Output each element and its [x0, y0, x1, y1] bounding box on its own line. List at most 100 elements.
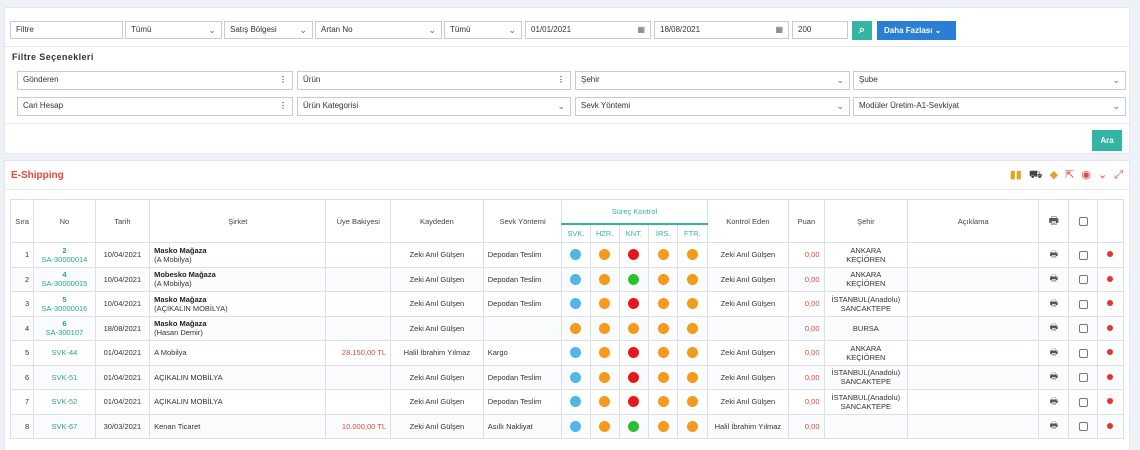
scrollbar[interactable]	[1119, 205, 1129, 215]
status-dot-orange[interactable]	[686, 347, 698, 359]
status-dot-orange[interactable]	[599, 322, 611, 334]
row-checkbox[interactable]	[1078, 348, 1088, 358]
date-from-input[interactable]: 01/01/2021 ▦	[525, 21, 651, 39]
type-select[interactable]: Tümü ⌄	[444, 21, 522, 39]
cell-knt[interactable]	[618, 315, 650, 341]
row-checkbox[interactable]	[1078, 422, 1088, 431]
date-to-input[interactable]: 18/08/2021 ▦	[654, 21, 789, 39]
more-vertical-icon[interactable]: ⋮	[557, 72, 565, 88]
cell-hzr[interactable]	[589, 291, 620, 317]
status-dot-red[interactable]	[628, 347, 640, 359]
status-dot-orange[interactable]	[686, 273, 698, 285]
row-checkbox[interactable]	[1078, 324, 1088, 333]
col-header-method[interactable]: Sevk Yöntemi	[482, 199, 563, 243]
cell-knt[interactable]	[618, 364, 650, 390]
col-header-note[interactable]: Açıklama	[907, 199, 1040, 243]
status-dot-blue[interactable]	[570, 298, 582, 310]
status-dot-orange[interactable]	[570, 322, 582, 334]
status-dot-orange[interactable]	[657, 298, 669, 310]
status-dot-blue[interactable]	[570, 371, 582, 383]
cell-knt[interactable]	[618, 266, 650, 292]
shipping-method-select[interactable]: Sevk Yöntemi ⌄	[575, 97, 850, 116]
status-dot-blue[interactable]	[570, 396, 582, 408]
search-submit-button[interactable]: Ara	[1092, 130, 1122, 151]
city-select[interactable]: Şehir ⌄	[575, 71, 850, 90]
calendar-icon[interactable]: ▦	[775, 22, 783, 38]
eye-icon[interactable]: ◉	[1081, 168, 1091, 182]
printer-icon[interactable]: 🖶	[1050, 420, 1059, 430]
col-header-date[interactable]: Tarih	[94, 199, 151, 243]
status-dot-orange[interactable]	[599, 396, 611, 408]
eraser-icon[interactable]: ◆	[1050, 168, 1058, 182]
cell-irs[interactable]	[648, 315, 679, 341]
cell-no-link[interactable]: SVK-51	[33, 364, 96, 390]
printer-icon[interactable]: 🖶	[1050, 322, 1059, 332]
col-header-seq[interactable]: Sıra	[9, 199, 35, 243]
print-all-icon[interactable]: 🖶	[1038, 199, 1070, 243]
status-dot-green[interactable]	[628, 420, 640, 432]
cell-no-link[interactable]: 5 SA-30000016	[33, 291, 96, 317]
row-checkbox[interactable]	[1078, 275, 1088, 284]
cell-irs[interactable]	[648, 413, 679, 439]
cell-no-link[interactable]: SVK-67	[33, 413, 96, 439]
cell-hzr[interactable]	[589, 315, 620, 341]
status-select[interactable]: Tümü ⌄	[125, 21, 222, 39]
more-vertical-icon[interactable]: ⋮	[279, 72, 287, 88]
status-dot-orange[interactable]	[599, 273, 611, 285]
cell-no-link[interactable]: 6 SA-300107	[33, 315, 96, 341]
cell-svk[interactable]	[561, 242, 591, 268]
table-row[interactable]: 8 SVK-67 30/03/2021 Kenan Ticaret 10.000,00 …	[9, 413, 1125, 439]
col-header-recorder[interactable]: Kaydeden	[390, 199, 484, 243]
cell-ftr[interactable]	[677, 315, 708, 341]
cell-hzr[interactable]	[589, 242, 620, 268]
cell-irs[interactable]	[648, 291, 679, 317]
status-dot-red[interactable]	[628, 249, 640, 261]
cell-print[interactable]: 🖶	[1038, 413, 1070, 439]
truck-icon[interactable]: ⛟	[1029, 168, 1043, 182]
status-dot-blue[interactable]	[570, 420, 582, 432]
cell-irs[interactable]	[648, 266, 679, 292]
printer-icon[interactable]: 🖶	[1050, 298, 1059, 308]
row-checkbox[interactable]	[1078, 250, 1088, 260]
cell-knt[interactable]	[618, 291, 650, 317]
col-header-irs[interactable]: İRS.	[648, 222, 679, 243]
cell-svk[interactable]	[561, 389, 591, 415]
cell-knt[interactable]	[618, 242, 650, 268]
status-dot-green[interactable]	[628, 273, 640, 285]
more-vertical-icon[interactable]: ⋮	[279, 98, 287, 114]
status-dot-orange[interactable]	[686, 396, 698, 408]
status-dot-orange[interactable]	[657, 322, 669, 334]
cell-check[interactable]	[1068, 242, 1098, 268]
status-dot-orange[interactable]	[657, 347, 669, 359]
cell-ftr[interactable]	[677, 242, 708, 268]
cell-ftr[interactable]	[677, 340, 708, 366]
cell-print[interactable]: 🖶	[1038, 291, 1070, 317]
col-header-controller[interactable]: Kontrol Eden	[706, 199, 790, 243]
bar-chart-icon[interactable]: ▮▮	[1010, 168, 1022, 182]
status-dot-orange[interactable]	[686, 322, 698, 334]
cell-check[interactable]	[1068, 291, 1098, 317]
cell-check[interactable]	[1068, 389, 1098, 415]
sort-select[interactable]: Artan No ⌄	[315, 21, 442, 39]
printer-icon[interactable]: 🖶	[1050, 347, 1059, 357]
col-header-svk[interactable]: SVK.	[561, 222, 591, 243]
cell-ftr[interactable]	[677, 266, 708, 292]
cell-check[interactable]	[1068, 266, 1098, 292]
cell-knt[interactable]	[618, 389, 650, 415]
table-row[interactable]: 2 4 SA-30000015 10/04/2021 Mobesko Mağaza (A …	[9, 266, 1125, 292]
cell-hzr[interactable]	[589, 389, 620, 415]
col-header-no[interactable]: No	[33, 199, 96, 243]
export-icon[interactable]: ⇱	[1065, 168, 1074, 182]
calendar-icon[interactable]: ▦	[637, 22, 645, 38]
status-dot-orange[interactable]	[657, 396, 669, 408]
cell-svk[interactable]	[561, 364, 591, 390]
status-dot-red[interactable]	[628, 371, 640, 383]
status-dot-blue[interactable]	[570, 347, 582, 359]
cell-print[interactable]: 🖶	[1038, 389, 1070, 415]
account-select[interactable]: Cari Hesap ⋮	[17, 97, 293, 116]
cell-no-link[interactable]: SVK-44	[33, 340, 96, 366]
status-dot-blue[interactable]	[570, 249, 582, 261]
status-dot-red[interactable]	[628, 396, 640, 408]
product-category-select[interactable]: Ürün Kategorisi ⌄	[297, 97, 571, 116]
cell-svk[interactable]	[561, 340, 591, 366]
